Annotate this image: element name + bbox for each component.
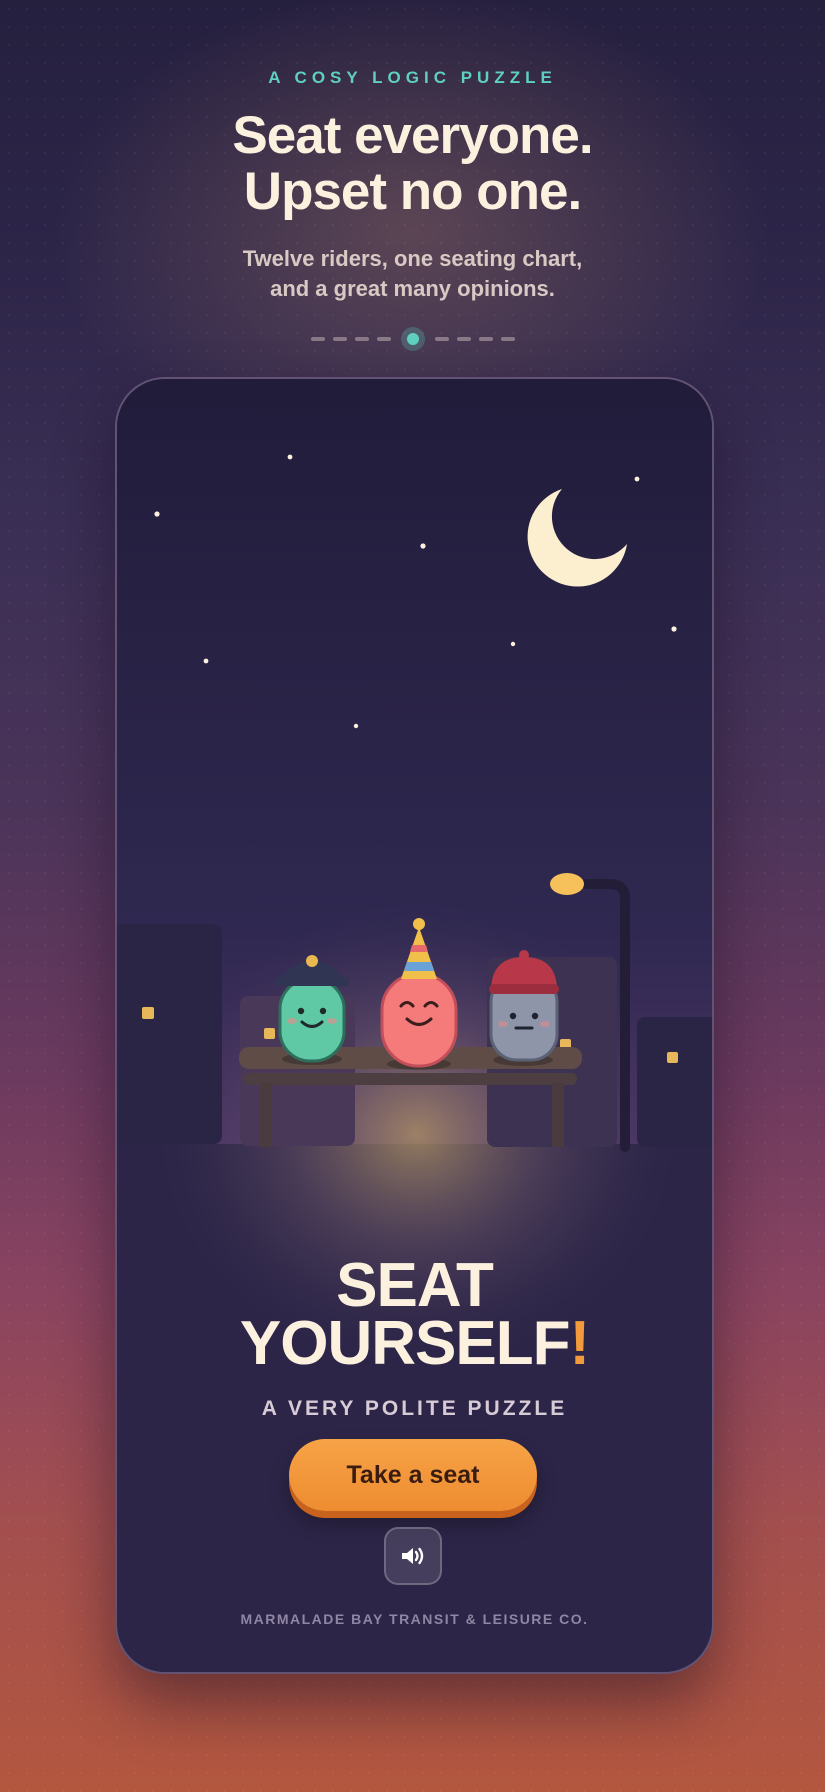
pager-dot-active[interactable] [400,327,425,351]
game-title-line-1: SEAT [336,1251,494,1320]
pager-dot[interactable] [310,337,325,341]
bus-stop-scene [117,379,712,1379]
page-headline: Seat everyone. Upset no one. [0,108,825,220]
subtitle-line-2: and a great many opinions. [270,276,555,301]
game-title-word: YOURSELF [239,1309,571,1378]
subtitle-line-1: Twelve riders, one seating chart, [242,246,583,271]
take-a-seat-button[interactable]: Take a seat [289,1439,537,1511]
pager-dot-active-indicator [406,333,419,345]
pager-dot[interactable] [478,337,493,341]
pager-dot[interactable] [500,337,515,341]
game-title: SEAT YOURSELF! [117,1251,712,1375]
pager-dot[interactable] [376,337,391,341]
game-tagline: A VERY POLITE PUZZLE [261,1397,568,1420]
game-preview-card: SEAT YOURSELF! A VERY POLITE PUZZLE Take… [115,377,714,1674]
page-subtitle: Twelve riders, one seating chart, and a … [0,244,825,304]
grey-rider-character [489,950,559,1066]
game-title-line-2: YOURSELF! [117,1313,712,1375]
headline-line-2: Upset no one. [243,162,582,221]
page-indicator [0,324,825,354]
pager-dot[interactable] [332,337,347,341]
publisher-footer: MARMALADE BAY TRANSIT & LEISURE CO. [240,1611,589,1627]
headline-line-1: Seat everyone. [232,106,593,165]
pager-dot[interactable] [456,337,471,341]
pager-dot[interactable] [354,337,369,341]
eyebrow-label: A COSY LOGIC PUZZLE [268,68,557,87]
game-title-exclamation: ! [569,1309,590,1378]
speaker-icon [402,1547,424,1565]
pager-dot[interactable] [434,337,449,341]
sound-toggle-button[interactable] [384,1527,442,1585]
